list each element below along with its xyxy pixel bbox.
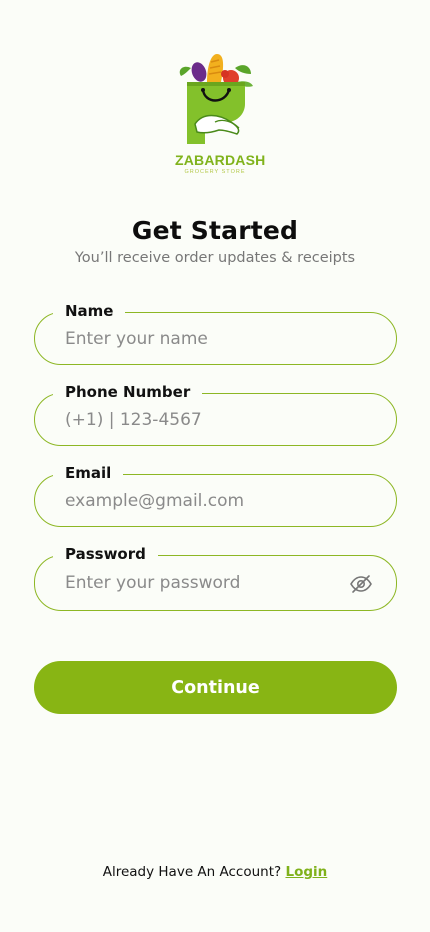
page-subtitle: You’ll receive order updates & receipts <box>74 250 356 266</box>
phone-input[interactable] <box>63 394 336 445</box>
login-prompt: Already Have An Account? Login <box>0 864 430 880</box>
name-input[interactable] <box>63 313 336 364</box>
continue-button[interactable]: Continue <box>34 661 397 714</box>
password-input[interactable] <box>63 556 336 610</box>
phone-field[interactable]: Phone Number <box>34 382 397 446</box>
email-input[interactable] <box>63 475 336 526</box>
grocery-bag-logo-icon <box>179 54 253 144</box>
password-field[interactable]: Password <box>34 544 397 611</box>
email-field[interactable]: Email <box>34 463 397 527</box>
login-prompt-text: Already Have An Account? <box>102 864 282 880</box>
eye-off-icon[interactable] <box>349 572 373 596</box>
name-field[interactable]: Name <box>34 301 397 365</box>
brand-tagline: GROCERY STORE <box>184 169 246 175</box>
brand-name: ZABARDASH <box>175 152 266 168</box>
login-link[interactable]: Login <box>285 864 327 880</box>
page-title: Get Started <box>131 216 299 245</box>
brand-logo: ZABARDASH GROCERY STORE <box>175 52 266 178</box>
